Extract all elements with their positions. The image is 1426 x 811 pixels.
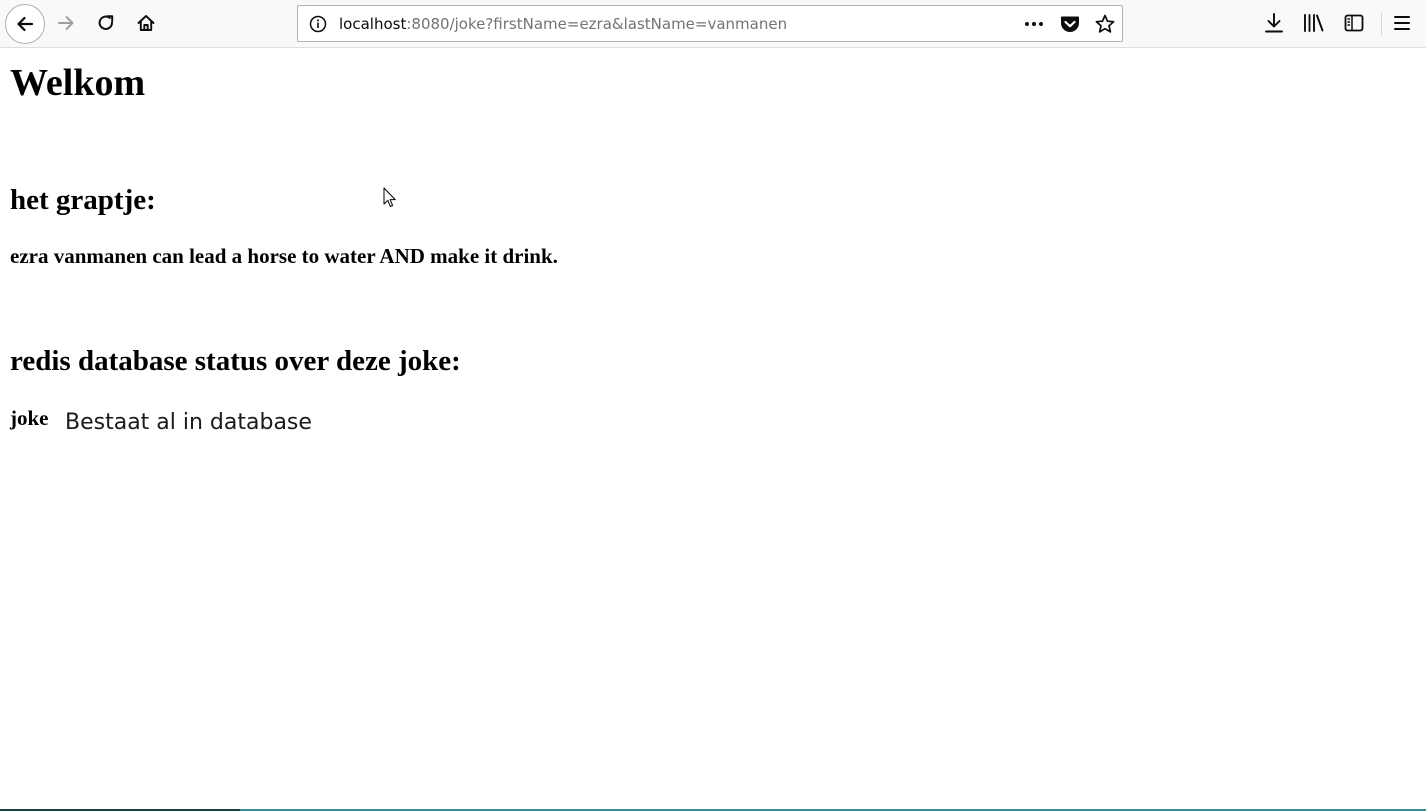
forward-button[interactable] (48, 5, 84, 41)
sidebar-icon[interactable] (1342, 11, 1366, 35)
status-label: joke (10, 406, 49, 430)
library-icon[interactable] (1302, 11, 1326, 35)
address-bar[interactable]: localhost:8080/joke?firstName=ezra&lastN… (297, 5, 1123, 42)
home-button[interactable] (128, 5, 164, 41)
reload-button[interactable] (88, 5, 124, 41)
status-value: Bestaat al in database (65, 410, 312, 435)
joke-text: ezra vanmanen can lead a horse to water … (10, 244, 558, 268)
browser-toolbar: localhost:8080/joke?firstName=ezra&lastN… (0, 0, 1426, 48)
url-text[interactable]: localhost:8080/joke?firstName=ezra&lastN… (339, 14, 787, 34)
hamburger-menu-icon[interactable] (1390, 11, 1414, 35)
more-dots-icon[interactable] (1023, 13, 1045, 35)
forward-arrow-icon (56, 13, 76, 33)
toolbar-separator (1381, 12, 1382, 36)
page-title: Welkom (10, 62, 146, 104)
pocket-icon[interactable] (1059, 13, 1081, 35)
status-heading: redis database status over deze joke: (10, 345, 461, 377)
url-host: localhost (339, 15, 407, 33)
home-icon (136, 13, 156, 33)
star-icon[interactable] (1094, 13, 1116, 35)
mouse-cursor-icon (383, 187, 397, 209)
back-arrow-icon (15, 14, 35, 34)
reload-icon (96, 13, 116, 33)
url-path: :8080/joke?firstName=ezra&lastName=vanma… (406, 15, 788, 33)
info-icon[interactable] (308, 14, 328, 34)
back-button[interactable] (5, 4, 45, 44)
joke-heading: het graptje: (10, 184, 156, 216)
download-icon[interactable] (1262, 11, 1286, 35)
